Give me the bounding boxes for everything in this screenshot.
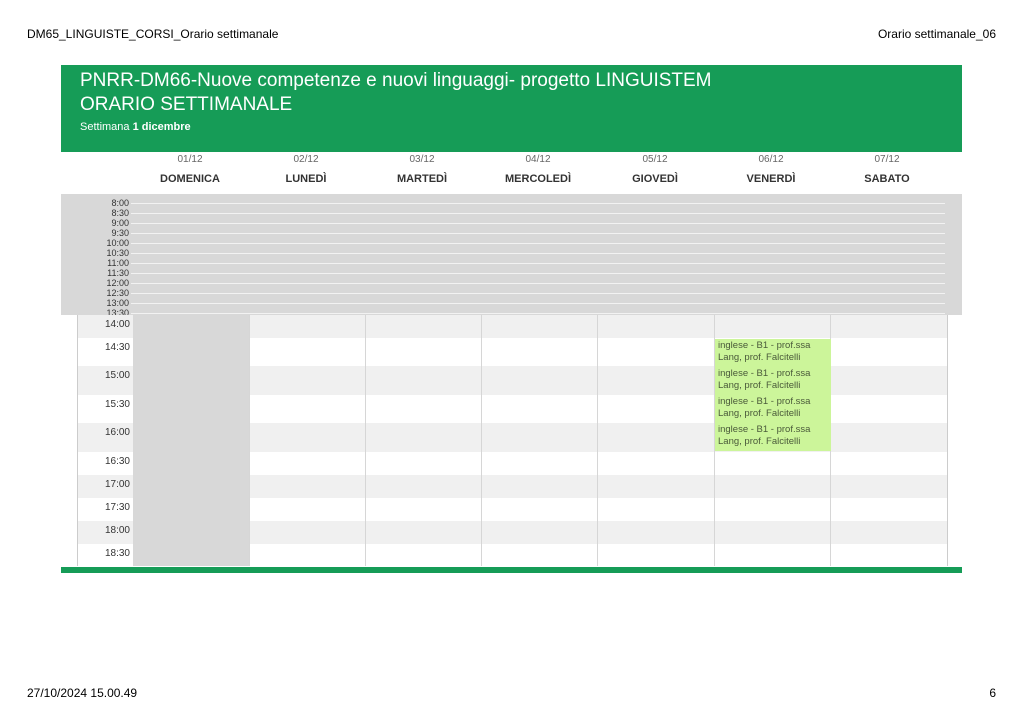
hour-line [131,303,945,304]
time-label: 11:30 [107,269,129,276]
time-label: 10:30 [106,249,129,256]
time-label: 17:00 [104,479,130,490]
day-header-thursday: 05/12 GIOVEDÌ [597,152,713,185]
hour-line [131,213,945,214]
event-line: inglese - B1 - prof.ssa [718,368,811,379]
hour-line [131,223,945,224]
event-block[interactable]: inglese - B1 - prof.ssa Lang, prof. Falc… [715,339,831,367]
day-header-wednesday: 04/12 MERCOLEDÌ [480,152,596,185]
time-label: 9:30 [111,229,129,236]
time-label: 12:00 [106,279,129,286]
day-header-saturday: 07/12 SABATO [829,152,945,185]
page-footer-timestamp: 27/10/2024 15.00.49 [27,686,138,700]
time-label: 16:30 [104,456,130,467]
day-name: GIOVEDÌ [632,173,678,185]
event-line: Lang, prof. Falcitelli [718,380,801,391]
hour-line [131,283,945,284]
time-label: 14:30 [104,342,130,353]
day-header-sunday: 01/12 DOMENICA [132,152,248,185]
page-number: 6 [989,686,996,700]
event-line: inglese - B1 - prof.ssa [718,340,811,351]
time-label: 9:00 [111,219,129,226]
event-block[interactable]: inglese - B1 - prof.ssa Lang, prof. Falc… [715,367,831,395]
day-date: 01/12 [177,154,203,165]
hour-line [131,253,945,254]
column-divider [597,315,598,566]
day-name: DOMENICA [160,173,220,185]
time-label: 8:30 [111,209,129,216]
hour-line [131,273,945,274]
week-value: 1 dicembre [132,121,191,133]
hour-line [131,243,945,244]
time-label: 17:30 [104,502,130,513]
hour-line [131,313,945,314]
day-date: 07/12 [874,154,900,165]
time-label: 15:30 [104,399,130,410]
time-label: 18:30 [104,548,130,559]
day-date: 05/12 [642,154,668,165]
day-name: VENERDÌ [746,173,796,185]
hour-line [131,233,945,234]
time-label: 18:00 [104,525,130,536]
day-name: LUNEDÌ [285,173,327,185]
day-name: SABATO [864,173,910,185]
hour-line [131,203,945,204]
sunday-column [133,315,249,566]
hour-line [131,263,945,264]
page-header-right: Orario settimanale_06 [877,27,996,41]
day-date: 02/12 [293,154,319,165]
time-label: 16:00 [104,427,130,438]
event-line: inglese - B1 - prof.ssa [718,396,811,407]
early-hours-band: 8:00 8:30 9:00 9:30 10:00 10:30 11:00 11… [61,194,962,316]
schedule-banner: PNRR-DM66-Nuove competenze e nuovi lingu… [61,65,962,152]
column-divider [365,315,366,566]
time-label: 10:00 [106,239,129,246]
time-label: 12:30 [106,289,129,296]
banner-title: PNRR-DM66-Nuove competenze e nuovi lingu… [80,70,712,91]
weekly-calendar: 01/12 DOMENICA 02/12 LUNEDÌ 03/12 MARTED… [61,152,962,573]
time-label: 15:00 [104,370,130,381]
week-label: Settimana 1 dicembre [80,121,962,133]
column-divider [481,315,482,566]
event-line: inglese - B1 - prof.ssa [718,424,811,435]
day-name: MARTEDÌ [396,173,448,185]
time-label: 11:00 [107,259,129,266]
calendar-bottom-bar [61,567,962,573]
day-date: 06/12 [758,154,784,165]
banner-subtitle: ORARIO SETTIMANALE [80,94,293,115]
event-line: Lang, prof. Falcitelli [718,352,801,363]
time-grid: 14:00 14:30 15:00 15:30 16:00 16:30 17:0… [77,315,948,566]
day-name: MERCOLEDÌ [505,173,571,185]
time-label: 14:00 [104,319,130,330]
event-block[interactable]: inglese - B1 - prof.ssa Lang, prof. Falc… [715,423,831,451]
column-divider [249,315,250,566]
day-header-friday: 06/12 VENERDÌ [713,152,829,185]
hour-line [131,293,945,294]
event-block[interactable]: inglese - B1 - prof.ssa Lang, prof. Falc… [715,395,831,423]
day-date: 03/12 [409,154,435,165]
page-header-left: DM65_LINGUISTE_CORSI_Orario settimanale [27,27,279,41]
time-label: 13:00 [106,299,129,306]
event-line: Lang, prof. Falcitelli [718,408,801,419]
week-prefix: Settimana [80,121,130,133]
time-label: 8:00 [111,199,129,206]
event-line: Lang, prof. Falcitelli [718,436,801,447]
day-header-tuesday: 03/12 MARTEDÌ [364,152,480,185]
day-header-monday: 02/12 LUNEDÌ [248,152,364,185]
day-date: 04/12 [525,154,551,165]
